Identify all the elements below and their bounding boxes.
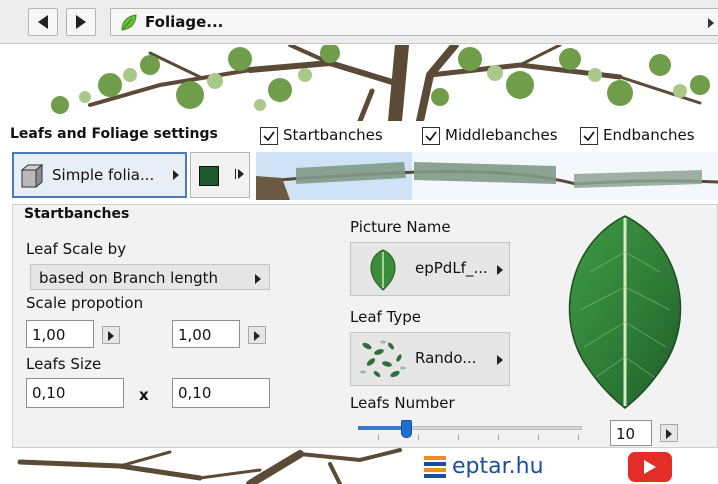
picture-name-value: epPdLf_...	[415, 259, 488, 277]
foliage-type-dropdown[interactable]: Simple folia...	[12, 152, 187, 198]
leafs-size-height-input[interactable]: 0,10	[172, 378, 270, 408]
chevron-right-icon	[235, 169, 244, 179]
leaf-type-dropdown[interactable]: Rando...	[350, 332, 510, 386]
scale-proportion-input-2[interactable]: 1,00	[172, 320, 240, 348]
leafs-number-label: Leafs Number	[350, 394, 455, 412]
leaf-type-label: Leaf Type	[350, 308, 422, 326]
leaf-preview-image	[568, 215, 682, 409]
scale-proportion-label: Scale propotion	[26, 294, 144, 312]
picture-name-dropdown[interactable]: epPdLf_...	[350, 242, 510, 296]
triangle-right-icon	[666, 429, 672, 439]
section-title: Startbanches	[24, 206, 130, 222]
foliage-type-label: Simple folia...	[52, 166, 155, 184]
chevron-right-icon	[497, 265, 503, 275]
slider-thumb[interactable]	[401, 420, 412, 438]
leaf-thumbnail-icon	[370, 249, 396, 291]
leaf-scale-by-value: based on Branch length	[39, 269, 218, 287]
checkbox-label: Middlebanches	[445, 126, 558, 144]
tree-illustration	[0, 45, 718, 121]
eptar-logo-text: eptar.hu	[452, 454, 544, 479]
scale-proportion-stepper-1[interactable]	[102, 326, 120, 344]
leafs-number-input[interactable]: 10	[610, 420, 652, 446]
play-icon	[644, 460, 656, 474]
settings-title: Leafs and Foliage settings	[10, 126, 218, 142]
triangle-left-icon	[38, 15, 48, 29]
tree-illustration-bottom	[0, 448, 718, 484]
checkmark-icon	[263, 131, 275, 142]
leaf-icon	[121, 14, 137, 31]
scale-proportion-stepper-2[interactable]	[248, 326, 266, 344]
color-swatch	[199, 166, 219, 186]
checkbox-label: Endbanches	[603, 126, 695, 144]
scatter-leaves-icon	[360, 340, 406, 378]
chevron-right-icon	[255, 274, 261, 284]
youtube-play-icon[interactable]	[628, 452, 672, 482]
chevron-right-icon	[497, 355, 503, 365]
checkmark-icon	[583, 131, 595, 142]
foliage-color-dropdown[interactable]	[190, 152, 250, 198]
leafs-size-label: Leafs Size	[26, 355, 102, 373]
leaf-scale-by-dropdown[interactable]: based on Branch length	[30, 264, 270, 290]
back-button[interactable]	[28, 8, 58, 36]
leaf-scale-by-label: Leaf Scale by	[26, 240, 127, 258]
triangle-right-icon	[108, 331, 114, 341]
slider-fill	[358, 426, 406, 430]
eptar-logo-icon	[424, 456, 446, 478]
checkmark-icon	[425, 131, 437, 142]
cube-icon	[20, 163, 44, 189]
triangle-right-icon	[76, 15, 86, 29]
chevron-right-icon	[708, 18, 714, 28]
branch-preview-strip[interactable]	[255, 152, 718, 200]
forward-button[interactable]	[66, 8, 96, 36]
leafs-number-stepper[interactable]	[660, 424, 678, 442]
breadcrumb[interactable]: Foliage...	[110, 8, 718, 36]
leafs-number-slider[interactable]	[358, 420, 584, 440]
scale-proportion-input-1[interactable]: 1,00	[26, 320, 94, 348]
leaf-type-value: Rando...	[415, 349, 477, 367]
picture-name-label: Picture Name	[350, 218, 451, 236]
size-separator: x	[139, 386, 149, 404]
triangle-right-icon	[254, 331, 260, 341]
leafs-size-width-input[interactable]: 0,10	[26, 378, 124, 408]
checkbox-label: Startbanches	[283, 126, 383, 144]
chevron-right-icon	[173, 170, 179, 180]
navigation-bar: Foliage...	[0, 0, 718, 44]
breadcrumb-label: Foliage...	[145, 13, 224, 31]
